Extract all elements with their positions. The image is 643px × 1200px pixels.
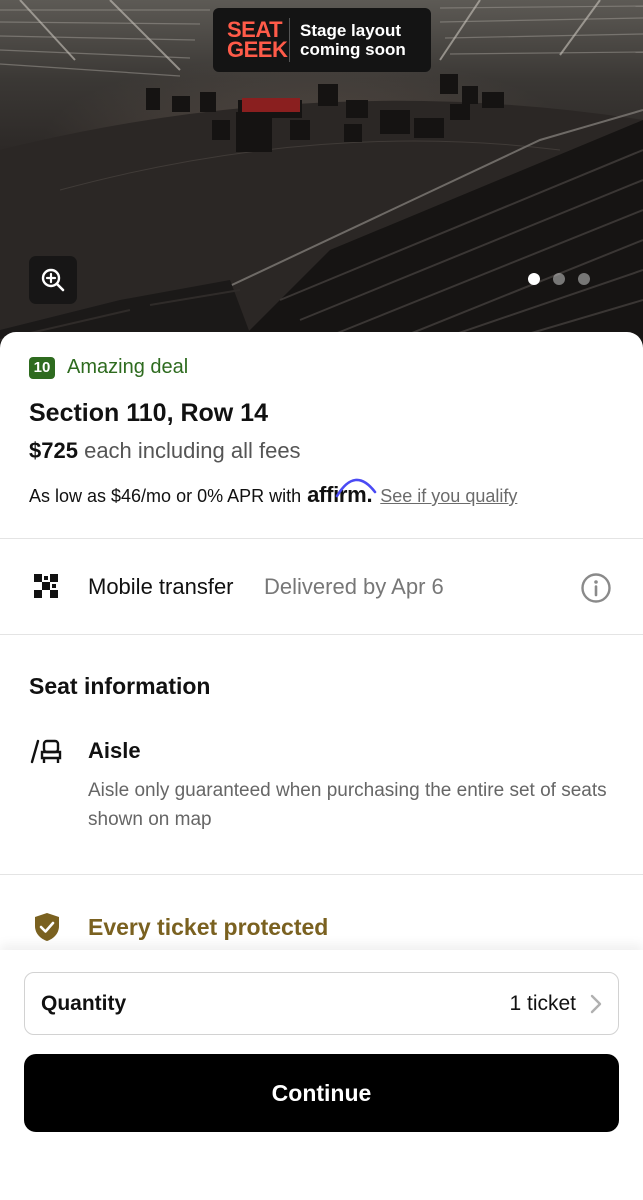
carousel-dot-1[interactable] bbox=[528, 273, 540, 285]
logo-line-2: GEEK bbox=[227, 37, 288, 62]
continue-button[interactable]: Continue bbox=[24, 1054, 619, 1132]
delivery-row: Mobile transfer Delivered by Apr 6 bbox=[0, 538, 643, 634]
stage-layout-text: Stage layout coming soon bbox=[300, 21, 406, 59]
carousel-indicator bbox=[528, 273, 590, 285]
ticket-protection-label[interactable]: Every ticket protected bbox=[88, 914, 328, 941]
badge-divider bbox=[289, 18, 290, 62]
quantity-label: Quantity bbox=[41, 992, 127, 1015]
badge-line-2: coming soon bbox=[300, 40, 406, 59]
delivery-date: Delivered by Apr 6 bbox=[264, 574, 444, 599]
section-row-title: Section 110, Row 14 bbox=[29, 399, 268, 427]
delivery-method: Mobile transfer bbox=[88, 574, 234, 599]
aisle-feature-description: Aisle only guaranteed when purchasing th… bbox=[88, 780, 607, 830]
info-icon[interactable] bbox=[580, 572, 612, 604]
zoom-in-icon bbox=[41, 268, 65, 292]
aisle-feature-title: Aisle bbox=[88, 738, 141, 763]
divider bbox=[0, 634, 643, 635]
zoom-button[interactable] bbox=[29, 256, 77, 304]
quantity-value: 1 ticket bbox=[509, 992, 576, 1015]
divider bbox=[0, 874, 643, 875]
financing-line: As low as $46/mo or 0% APR with affirm. … bbox=[29, 478, 517, 508]
badge-line-1: Stage layout bbox=[300, 21, 402, 40]
ticket-price: $725 bbox=[29, 438, 78, 463]
seatgeek-logo: SEAT GEEK bbox=[213, 19, 288, 62]
price-suffix: each including all fees bbox=[84, 438, 301, 463]
carousel-dot-2[interactable] bbox=[553, 273, 565, 285]
shield-check-icon bbox=[35, 913, 59, 941]
carousel-dot-3[interactable] bbox=[578, 273, 590, 285]
finance-prefix: As low as $46/mo or 0% APR with bbox=[29, 486, 302, 506]
affirm-arc-icon bbox=[335, 478, 377, 498]
deal-label: Amazing deal bbox=[67, 356, 189, 378]
seat-information-heading: Seat information bbox=[29, 673, 211, 699]
stage-layout-badge: SEAT GEEK Stage layout coming soon bbox=[213, 8, 431, 72]
see-if-you-qualify-link[interactable]: See if you qualify bbox=[380, 486, 517, 507]
ticket-listing-page: SEAT GEEK Stage layout coming soon 10 Am… bbox=[0, 0, 643, 1200]
price-line: $725 each including all fees bbox=[29, 438, 301, 464]
quantity-selector[interactable]: Quantity 1 ticket bbox=[24, 972, 619, 1035]
qr-code-icon bbox=[34, 574, 58, 598]
chevron-right-icon bbox=[590, 994, 602, 1014]
deal-score-badge: 10 bbox=[29, 356, 55, 379]
aisle-seat-icon bbox=[30, 739, 62, 764]
deal-rating: 10 Amazing deal bbox=[29, 356, 188, 379]
checkout-bar: Quantity 1 ticket Continue bbox=[0, 950, 643, 1200]
affirm-logo: affirm. bbox=[307, 478, 377, 508]
venue-view-image[interactable]: SEAT GEEK Stage layout coming soon bbox=[0, 0, 643, 360]
